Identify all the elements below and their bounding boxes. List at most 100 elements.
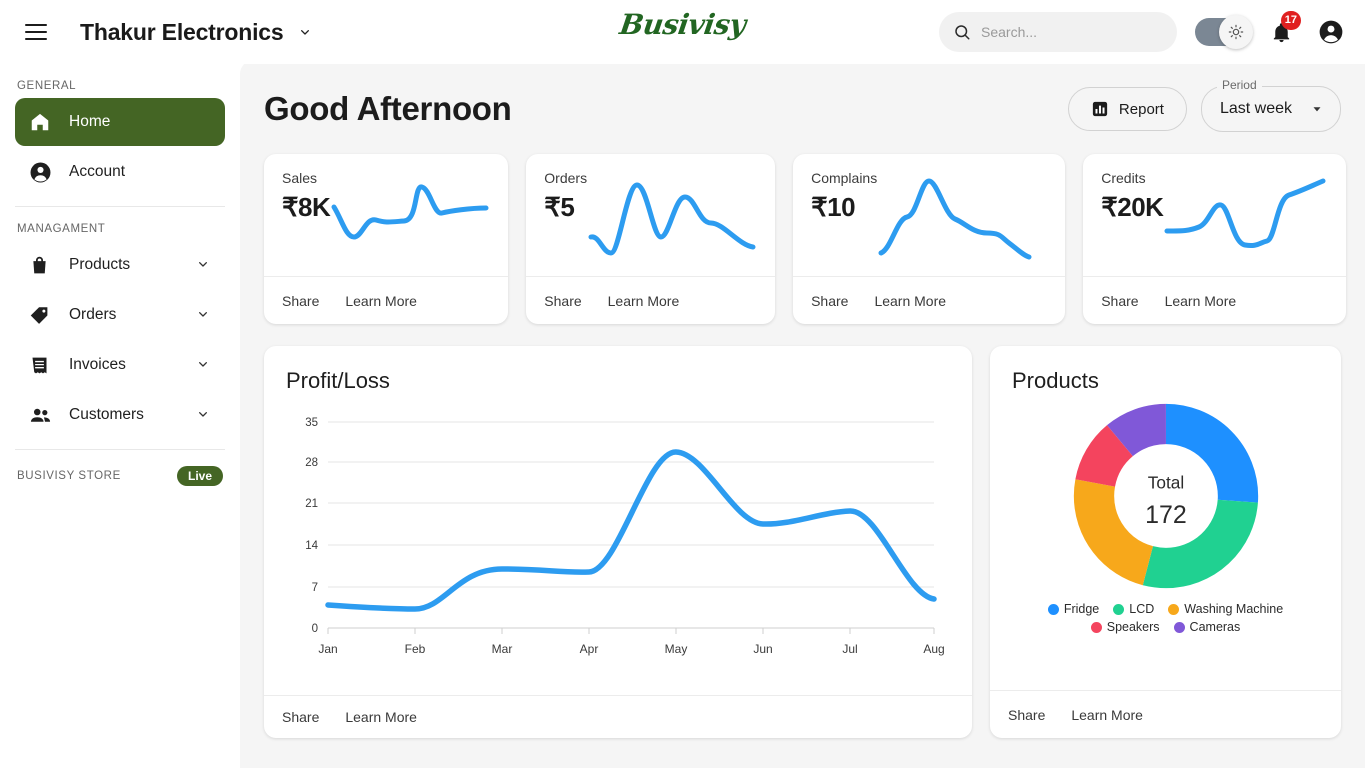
stat-card-title: Orders [544, 170, 588, 186]
sidebar-divider-2 [15, 449, 225, 450]
learn-more-link[interactable]: Learn More [345, 293, 417, 309]
chevron-down-icon [301, 29, 310, 35]
chevron-down-icon[interactable] [195, 306, 211, 325]
legend-item-cameras[interactable]: Cameras [1173, 620, 1241, 634]
x-tick-label: Aug [923, 642, 944, 656]
y-tick-label: 7 [312, 582, 318, 594]
share-link[interactable]: Share [811, 293, 848, 309]
stat-card-value: ₹5 [544, 192, 575, 222]
y-tick-label: 35 [305, 417, 318, 429]
products-card: Products Total 172 Fridge LCD Washing Ma… [990, 346, 1341, 738]
sidebar: GENERAL Home Account MANAGAMENT Products [0, 64, 240, 768]
stat-card-orders: Orders ₹5 Share Learn More [526, 154, 776, 324]
stat-card-body: Credits ₹20K [1083, 154, 1346, 276]
shopping-bag-icon [29, 255, 69, 276]
hamburger-icon[interactable] [14, 10, 58, 54]
x-tick-label: Jul [842, 642, 857, 656]
page-header: Good Afternoon Report Period Last week [264, 78, 1341, 132]
legend-label: Fridge [1063, 602, 1100, 616]
profit-loss-chart: 35 28 21 14 7 0 Jan Feb Mar Apr May Jun … [264, 394, 972, 695]
status-badge: Live [176, 466, 223, 486]
stat-card-value: ₹10 [811, 192, 856, 222]
legend-item-lcd[interactable]: LCD [1113, 602, 1154, 616]
app-logo-text: Busivisy [617, 8, 748, 41]
profit-loss-title: Profit/Loss [286, 368, 390, 393]
share-link[interactable]: Share [1101, 293, 1138, 309]
legend-color-dot [1047, 603, 1059, 615]
sidebar-item-products[interactable]: Products [15, 241, 225, 289]
products-title: Products [1012, 368, 1099, 393]
stat-card-body: Orders ₹5 [526, 154, 775, 276]
company-switcher[interactable]: Thakur Electronics [58, 19, 313, 46]
store-status-row: BUSIVISY STORE Live [15, 466, 225, 486]
stat-card-title: Complains [811, 170, 878, 186]
page-header-actions: Report Period Last week [1067, 78, 1341, 132]
sidebar-item-invoices-label: Invoices [69, 356, 126, 373]
theme-toggle-knob [1219, 15, 1253, 49]
sidebar-item-home[interactable]: Home [15, 98, 225, 146]
report-button[interactable]: Report [1067, 87, 1187, 131]
x-tick-label: Apr [580, 642, 599, 656]
company-name: Thakur Electronics [80, 18, 284, 45]
sidebar-item-orders[interactable]: Orders [15, 291, 225, 339]
donut-center-label: Total [1147, 472, 1183, 492]
chevron-down-icon[interactable] [195, 356, 211, 375]
sparkline-chart [1163, 170, 1328, 270]
chevron-down-icon[interactable] [195, 256, 211, 275]
home-icon [29, 111, 69, 133]
stat-card-title: Sales [282, 170, 318, 186]
period-select-label: Period [1216, 78, 1262, 92]
theme-toggle[interactable] [1195, 15, 1253, 49]
stat-card-footer: Share Learn More [264, 276, 509, 324]
learn-more-link[interactable]: Learn More [1165, 293, 1237, 309]
search-icon [955, 25, 970, 40]
sidebar-item-customers[interactable]: Customers [15, 391, 225, 439]
stat-card-sales: Sales ₹8K Share Learn More [264, 154, 509, 324]
search-box[interactable] [939, 12, 1177, 52]
legend-item-washing-machine[interactable]: Washing Machine [1168, 602, 1283, 616]
period-select-value: Last week [1219, 100, 1292, 117]
share-link[interactable]: Share [282, 709, 319, 725]
y-tick-label: 28 [305, 457, 318, 469]
topbar-actions: 17 [939, 0, 1351, 64]
period-select[interactable]: Last week [1200, 86, 1341, 132]
notification-badge: 17 [1280, 11, 1301, 30]
learn-more-link[interactable]: Learn More [874, 293, 946, 309]
sidebar-item-account-label: Account [69, 163, 126, 180]
legend-color-dot [1168, 603, 1180, 615]
legend-item-fridge[interactable]: Fridge [1047, 602, 1100, 616]
legend-label: Cameras [1189, 620, 1241, 634]
x-tick-label: Mar [492, 642, 513, 656]
stat-card-title: Credits [1101, 170, 1146, 186]
chevron-down-icon[interactable] [195, 406, 211, 425]
top-bar: Thakur Electronics Busivisy Search... 17 [0, 0, 1365, 64]
share-link[interactable]: Share [544, 293, 581, 309]
tag-icon [29, 305, 69, 326]
profit-loss-card: Profit/Loss 35 28 21 14 7 0 Jan Feb Mar … [264, 346, 972, 738]
lower-cards: Profit/Loss 35 28 21 14 7 0 Jan Feb Mar … [264, 346, 1341, 738]
sidebar-item-account[interactable]: Account [15, 148, 225, 196]
period-select-wrapper: Period Last week [1200, 78, 1341, 132]
sidebar-item-customers-label: Customers [69, 406, 144, 423]
main-content: Good Afternoon Report Period Last week S… [240, 60, 1365, 768]
chart-series-line [325, 449, 937, 612]
receipt-icon [29, 355, 69, 376]
sidebar-item-home-label: Home [69, 113, 111, 130]
learn-more-link[interactable]: Learn More [345, 709, 417, 725]
search-input[interactable] [981, 24, 1161, 40]
chevron-down-icon [1313, 107, 1321, 112]
x-tick-label: Feb [405, 642, 426, 656]
account-button[interactable] [1311, 12, 1351, 52]
stat-card-footer: Share Learn More [1083, 276, 1347, 324]
learn-more-link[interactable]: Learn More [608, 293, 680, 309]
sidebar-item-orders-label: Orders [69, 306, 117, 323]
sidebar-item-invoices[interactable]: Invoices [15, 341, 225, 389]
notifications-button[interactable]: 17 [1261, 11, 1301, 52]
y-tick-label: 14 [305, 540, 318, 552]
share-link[interactable]: Share [282, 293, 319, 309]
legend-label: Washing Machine [1184, 602, 1284, 616]
learn-more-link[interactable]: Learn More [1071, 707, 1143, 723]
share-link[interactable]: Share [1008, 707, 1045, 723]
legend-item-speakers[interactable]: Speakers [1090, 620, 1160, 634]
legend-label: Speakers [1106, 620, 1160, 634]
